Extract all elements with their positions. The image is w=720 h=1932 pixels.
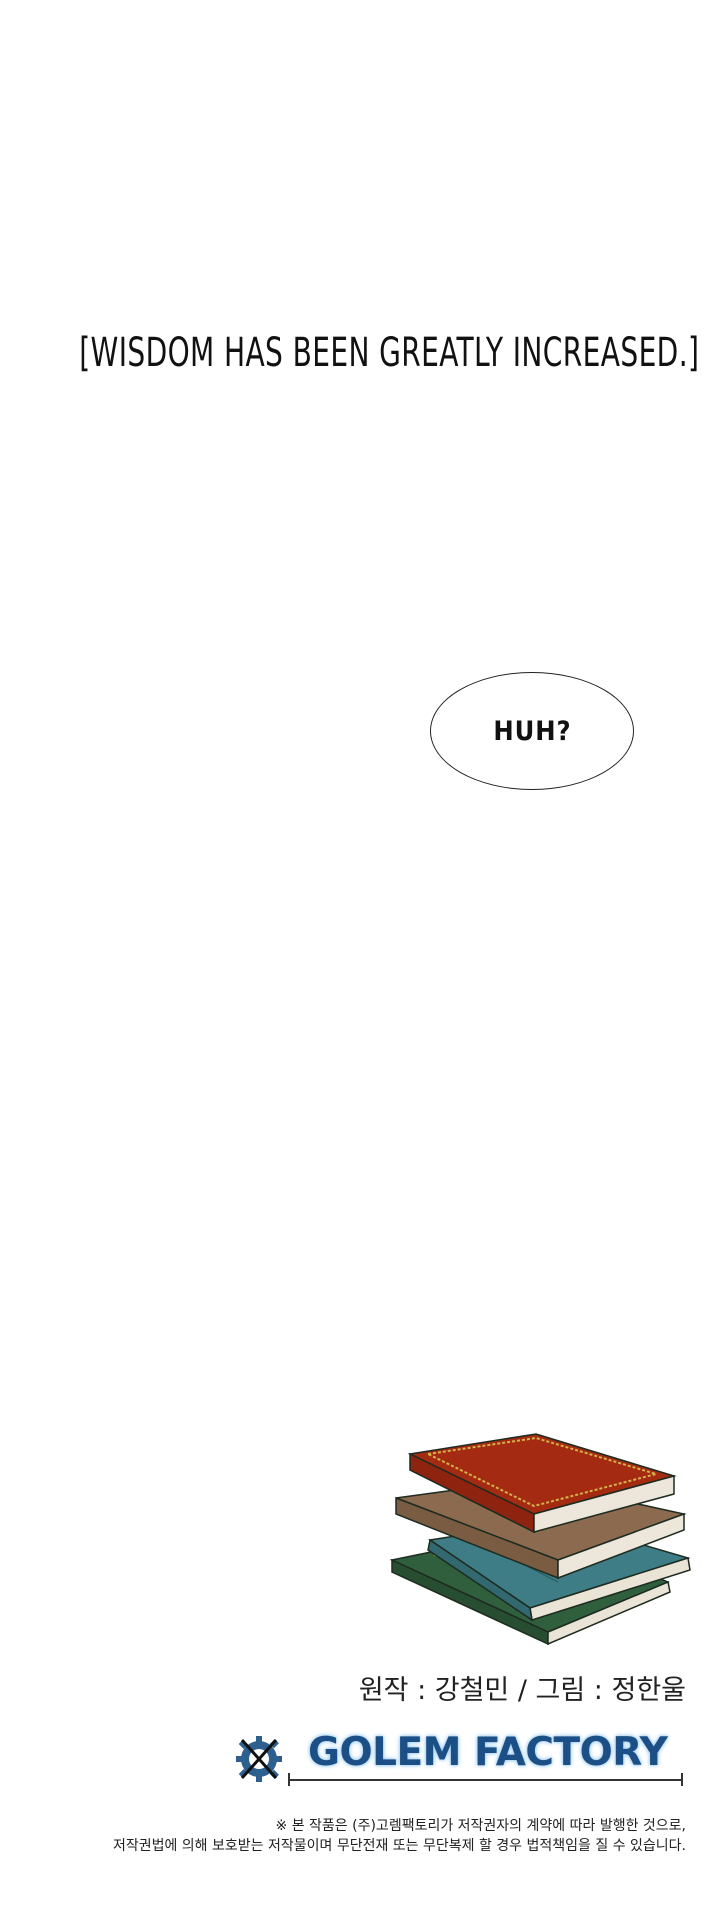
copyright-notice-line-2: 저작권법에 의해 보호받는 저작물이며 무단전재 또는 무단복제 할 경우 법적… [112, 1838, 686, 1854]
copyright-notice-line-1: ※ 본 작품은 (주)고렘팩토리가 저작권자의 계약에 따라 발행한 것으로, [275, 1818, 686, 1834]
gear-icon [236, 1736, 282, 1782]
speech-bubble: HUH? [430, 672, 634, 790]
speech-bubble-text: HUH? [492, 715, 572, 747]
logo-underline-tick-left [288, 1773, 290, 1786]
logo-underline [288, 1779, 682, 1781]
narration-caption: [WISDOM HAS BEEN GREATLY INCREASED.] [79, 330, 700, 376]
logo-underline-tick-right [681, 1773, 683, 1786]
copyright-notice: ※ 본 작품은 (주)고렘팩토리가 저작권자의 계약에 따라 발행한 것으로, … [113, 1816, 686, 1856]
credits-line: 원작 : 강철민 / 그림 : 정한울 [358, 1675, 686, 1706]
logo-text: GOLEM FACTORY [308, 1730, 668, 1775]
stacked-books-illustration [389, 1433, 691, 1646]
publisher-logo: GOLEM FACTORY [232, 1730, 692, 1790]
